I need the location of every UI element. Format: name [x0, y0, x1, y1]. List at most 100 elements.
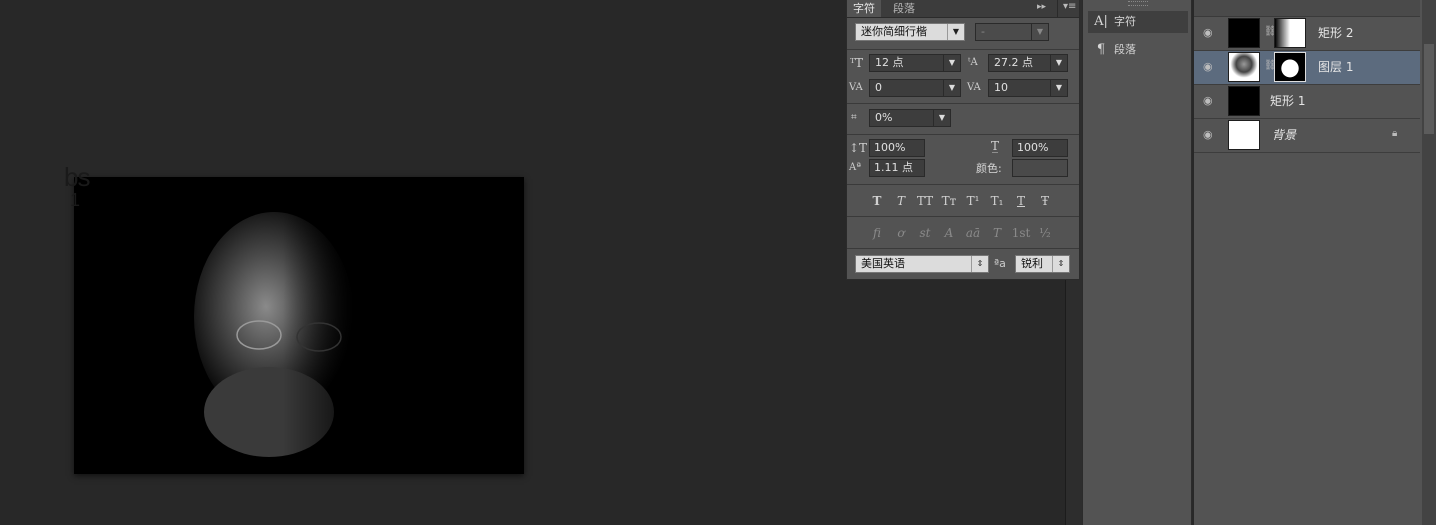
layer-name: 矩形 2 — [1318, 26, 1354, 40]
divider — [847, 103, 1079, 104]
superscript-button[interactable]: T¹ — [963, 194, 983, 210]
divider — [847, 216, 1079, 217]
chevron-down-icon: ▼ — [943, 80, 960, 96]
tsume-value: 0% — [875, 111, 893, 124]
antialias-icon: ªa — [994, 257, 1006, 270]
antialias-value: 锐利 — [1021, 257, 1043, 270]
leading-icon: ᵗA — [968, 57, 978, 68]
collapsed-panel-dock: A| 字符 ¶ 段落 — [1082, 0, 1192, 525]
layer-name: 背景 — [1272, 128, 1297, 142]
language-value: 美国英语 — [861, 257, 905, 270]
vertical-scale-field[interactable]: 100% — [869, 139, 925, 157]
mask-thumbnail[interactable] — [1274, 52, 1306, 82]
old-style-button[interactable]: ơ — [891, 226, 911, 242]
color-label: 颜色: — [976, 162, 1002, 175]
tabbar-divider — [1057, 0, 1058, 17]
small-caps-button[interactable]: Tт — [939, 194, 959, 210]
character-panel-tabbar: 字符 段落 ▸▸ ▾≡ — [847, 0, 1079, 18]
layer-thumbnail — [1228, 86, 1260, 116]
font-family-select[interactable]: 迷你简细行楷 ▼ — [855, 23, 965, 41]
swash-button[interactable]: A — [939, 226, 959, 242]
text-color-swatch[interactable] — [1012, 159, 1068, 177]
photo-overlay-word: bs — [64, 162, 90, 192]
layer-name: 图层 1 — [1318, 60, 1354, 74]
layer-row[interactable]: ◉ 矩形 1 — [1194, 85, 1420, 119]
chevron-down-icon: ▼ — [943, 55, 960, 71]
layer-row[interactable]: ◉ ⛓ 图层 1 — [1194, 51, 1420, 85]
dock-item-label: 字符 — [1114, 15, 1136, 28]
dock-grip[interactable] — [1128, 1, 1148, 6]
panel-menu-icon[interactable]: ▾≡ — [1063, 1, 1076, 12]
paragraph-panel-icon: ¶ — [1096, 42, 1106, 57]
discretionary-ligatures-button[interactable]: st — [915, 226, 935, 242]
font-size-value: 12 点 — [875, 56, 904, 69]
divider — [847, 248, 1079, 249]
chevron-down-icon: ▼ — [933, 110, 950, 126]
leading-select[interactable]: 27.2 点 ▼ — [988, 54, 1068, 72]
photo-overlay-digit: 1 — [70, 190, 80, 210]
baseline-shift-icon: Aª — [849, 162, 861, 173]
tracking-select[interactable]: 10 ▼ — [988, 79, 1068, 97]
vertical-scale-icon: ↕T — [849, 141, 868, 155]
titling-alternates-button[interactable]: T — [987, 226, 1007, 242]
all-caps-button[interactable]: TT — [915, 194, 935, 210]
font-size-select[interactable]: 12 点 ▼ — [869, 54, 961, 72]
layer-thumbnail — [1228, 18, 1260, 48]
underline-button[interactable]: T — [1011, 194, 1031, 210]
divider — [847, 134, 1079, 135]
layers-scrollbar[interactable] — [1422, 0, 1436, 525]
horizontal-scale-icon: T̲ — [991, 139, 1000, 153]
mask-thumbnail[interactable] — [1274, 18, 1306, 48]
dock-item-label: 段落 — [1114, 43, 1136, 56]
collapse-panel-icon[interactable]: ▸▸ — [1037, 2, 1046, 12]
eye-icon[interactable]: ◉ — [1203, 128, 1213, 141]
scrollbar-thumb[interactable] — [1424, 44, 1434, 134]
stylistic-alternates-button[interactable]: aā — [963, 226, 983, 242]
tracking-value: 10 — [994, 81, 1008, 94]
eye-icon[interactable]: ◉ — [1203, 26, 1213, 39]
ordinals-button[interactable]: 1st — [1011, 226, 1031, 242]
faux-bold-button[interactable]: T — [867, 194, 887, 210]
eye-icon[interactable]: ◉ — [1203, 94, 1213, 107]
tab-character[interactable]: 字符 — [847, 0, 881, 17]
horizontal-scale-field[interactable]: 100% — [1012, 139, 1068, 157]
kerning-icon: VA — [849, 82, 863, 93]
chevron-down-icon: ▼ — [1031, 24, 1048, 40]
faux-italic-button[interactable]: T — [891, 194, 911, 210]
tab-paragraph[interactable]: 段落 — [887, 0, 921, 17]
font-style-select[interactable]: - ▼ — [975, 23, 1049, 41]
language-select[interactable]: 美国英语 ⇕ — [855, 255, 989, 273]
layers-panel: ◉ ⛓ 矩形 2 ◉ ⛓ 图层 1 ◉ 矩形 1 ◉ 背景 🔒︎ — [1194, 0, 1422, 525]
document-image[interactable] — [74, 177, 524, 474]
baseline-shift-field[interactable]: 1.11 点 — [869, 159, 925, 177]
layers-toolbar — [1194, 0, 1420, 17]
layer-thumbnail — [1228, 52, 1260, 82]
updown-icon: ⇕ — [1052, 256, 1069, 272]
font-style-value: - — [981, 25, 985, 38]
portrait-image — [74, 177, 524, 474]
tsume-select[interactable]: 0% ▼ — [869, 109, 951, 127]
antialias-select[interactable]: 锐利 ⇕ — [1015, 255, 1070, 273]
fractions-button[interactable]: ½ — [1035, 226, 1055, 242]
chevron-down-icon: ▼ — [1050, 80, 1067, 96]
dock-item-paragraph[interactable]: ¶ 段落 — [1088, 39, 1188, 61]
dock-item-character[interactable]: A| 字符 — [1088, 11, 1188, 33]
strikethrough-button[interactable]: Ŧ — [1035, 194, 1055, 210]
layer-row[interactable]: ◉ 背景 🔒︎ — [1194, 119, 1420, 153]
font-family-value: 迷你简细行楷 — [861, 25, 927, 38]
chevron-down-icon: ▼ — [947, 24, 964, 40]
chevron-down-icon: ▼ — [1050, 55, 1067, 71]
kerning-value: 0 — [875, 81, 882, 94]
tsume-icon: ⌗ — [851, 112, 857, 123]
lock-icon: 🔒︎ — [1392, 128, 1398, 139]
leading-value: 27.2 点 — [994, 56, 1033, 69]
layer-thumbnail — [1228, 120, 1260, 150]
ligatures-button[interactable]: ﬁ — [867, 226, 887, 242]
subscript-button[interactable]: T₁ — [987, 194, 1007, 210]
eye-icon[interactable]: ◉ — [1203, 60, 1213, 73]
kerning-select[interactable]: 0 ▼ — [869, 79, 961, 97]
tracking-icon: VA — [967, 82, 981, 93]
updown-icon: ⇕ — [971, 256, 988, 272]
layer-row[interactable]: ◉ ⛓ 矩形 2 — [1194, 17, 1420, 51]
font-size-icon: ᵀT — [850, 56, 864, 70]
